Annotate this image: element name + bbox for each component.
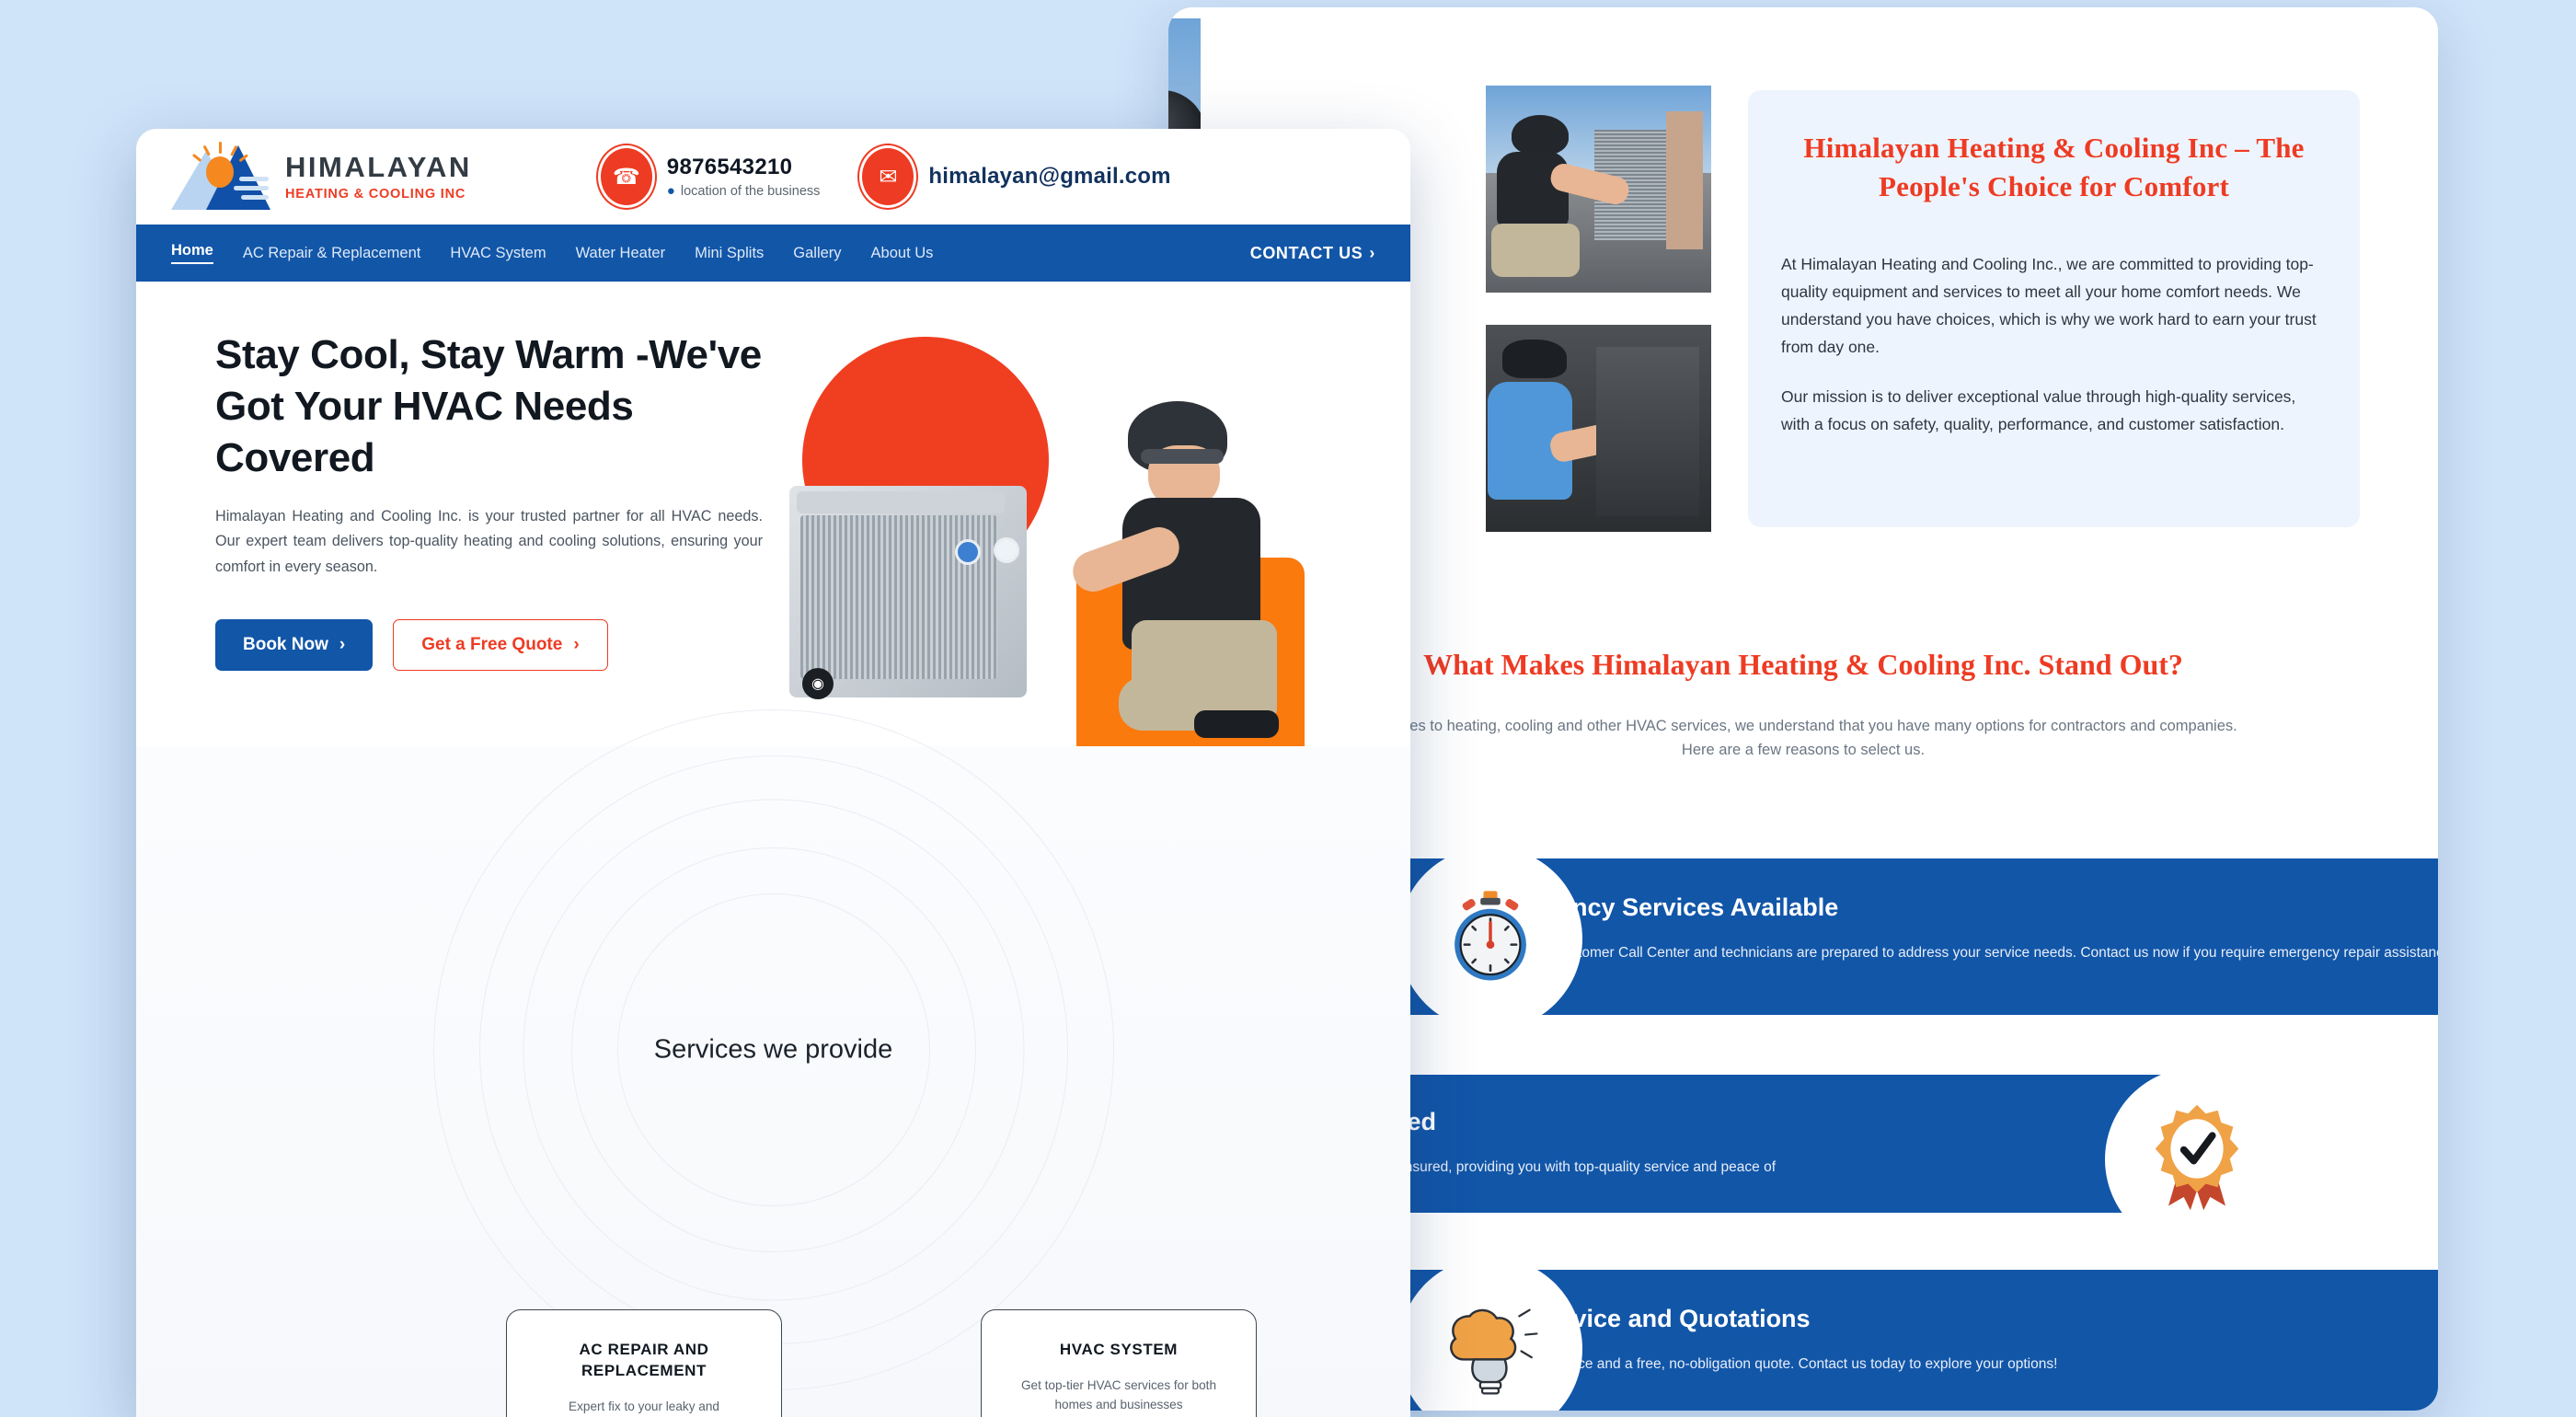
about-body: At Himalayan Heating and Cooling Inc., w… <box>1781 250 2327 439</box>
services-section: Services we provide AC REPAIR AND REPLAC… <box>136 709 1410 1417</box>
chevron-right-icon: › <box>573 635 580 655</box>
service-card-hvac-system[interactable]: HVAC SYSTEM Get top-tier HVAC services f… <box>981 1309 1257 1417</box>
mail-icon: ✉ <box>862 148 914 205</box>
image-source-chip-icon[interactable]: ◉ <box>802 668 834 699</box>
phone-contact[interactable]: ☎ 9876543210 ● location of the business <box>600 148 821 205</box>
get-free-quote-label: Get a Free Quote <box>421 635 563 655</box>
nav-item-about-us[interactable]: About Us <box>871 245 934 262</box>
phone-icon: ☎ <box>600 148 652 205</box>
header-contacts: ☎ 9876543210 ● location of the business … <box>600 148 1171 205</box>
gallery-photo-furnace-repair <box>1486 325 1711 532</box>
hero-paragraph: Himalayan Heating and Cooling Inc. is yo… <box>215 507 763 576</box>
business-location: ● location of the business <box>667 183 821 199</box>
pressure-gauge-blue <box>955 539 981 565</box>
pressure-gauge-white <box>994 537 1019 563</box>
location-text: location of the business <box>680 183 821 199</box>
feature-text: Get expert advice and a free, no-obligat… <box>1481 1356 2058 1372</box>
email-contact[interactable]: ✉ himalayan@gmail.com <box>862 148 1171 205</box>
feature-icon-badge-2 <box>2105 1067 2289 1251</box>
about-paragraph-1: At Himalayan Heating and Cooling Inc., w… <box>1781 254 2317 356</box>
feature-title: Emergency Services Available <box>1481 893 1839 921</box>
book-now-button[interactable]: Book Now › <box>215 619 374 672</box>
hero-image: ◉ <box>780 329 1410 778</box>
hero-section: Stay Cool, Stay Warm -We've Got Your HVA… <box>136 282 1410 778</box>
logo-brand-name: HIMALAYAN <box>285 150 472 183</box>
service-card-ac-repair[interactable]: AC REPAIR AND REPLACEMENT Expert fix to … <box>506 1309 782 1417</box>
ac-condenser-illustration <box>789 486 1027 697</box>
email-address: himalayan@gmail.com <box>928 164 1171 189</box>
contact-us-button[interactable]: CONTACT US › <box>1250 244 1375 263</box>
site-header: HIMALAYAN HEATING & COOLING INC ☎ 987654… <box>136 129 1410 225</box>
nav-item-hvac-system[interactable]: HVAC System <box>450 245 546 262</box>
lightbulb-idea-icon <box>1439 1296 1542 1403</box>
nav-item-gallery[interactable]: Gallery <box>793 245 841 262</box>
nav-item-ac-repair[interactable]: AC Repair & Replacement <box>243 245 421 262</box>
site-logo[interactable]: HIMALAYAN HEATING & COOLING INC <box>171 142 472 210</box>
nav-item-mini-splits[interactable]: Mini Splits <box>695 245 764 262</box>
get-free-quote-button[interactable]: Get a Free Quote › <box>393 619 608 672</box>
services-center-label: Services we provide <box>653 1034 893 1065</box>
service-card-text: Expert fix to your leaky and underperfor… <box>569 1399 719 1413</box>
contact-us-label: CONTACT US <box>1249 243 1363 262</box>
location-pin-icon: ● <box>666 183 675 199</box>
main-navigation: Home AC Repair & Replacement HVAC System… <box>136 225 1410 282</box>
nav-list: Home AC Repair & Replacement HVAC System… <box>171 242 933 264</box>
phone-number: 9876543210 <box>666 155 793 179</box>
chevron-right-icon: › <box>1369 243 1375 262</box>
service-card-title: HVAC SYSTEM <box>1059 1341 1179 1358</box>
book-now-label: Book Now <box>243 635 328 655</box>
service-card-text: Get top-tier HVAC services for both home… <box>1020 1377 1217 1411</box>
gallery-photo-hvac-gauges <box>1486 86 1711 293</box>
mountain-sun-logo-icon <box>171 142 270 210</box>
about-card: Himalayan Heating & Cooling Inc – The Pe… <box>1748 90 2360 527</box>
about-title: Himalayan Heating & Cooling Inc – The Pe… <box>1803 132 2305 202</box>
logo-tagline: HEATING & COOLING INC <box>285 186 466 202</box>
nav-item-home[interactable]: Home <box>171 242 213 264</box>
service-card-title: AC REPAIR AND REPLACEMENT <box>579 1341 709 1379</box>
main-website-panel: HIMALAYAN HEATING & COOLING INC ☎ 987654… <box>136 129 1410 1417</box>
hvac-technician-illustration <box>1067 401 1295 738</box>
stopwatch-icon <box>1441 887 1540 991</box>
feature-text: Our skilled Customer Call Center and tec… <box>1481 945 2438 961</box>
chevron-right-icon: › <box>339 635 346 655</box>
hero-heading: Stay Cool, Stay Warm -We've Got Your HVA… <box>215 332 762 480</box>
hero-buttons: Book Now › Get a Free Quote › <box>215 619 780 672</box>
feature-icon-badge-1 <box>1398 847 1582 1031</box>
about-paragraph-2: Our mission is to deliver exceptional va… <box>1781 387 2296 434</box>
feature-title: Free Advice and Quotations <box>1481 1305 1811 1332</box>
award-badge-icon <box>2142 1100 2252 1219</box>
nav-item-water-heater[interactable]: Water Heater <box>576 245 666 262</box>
